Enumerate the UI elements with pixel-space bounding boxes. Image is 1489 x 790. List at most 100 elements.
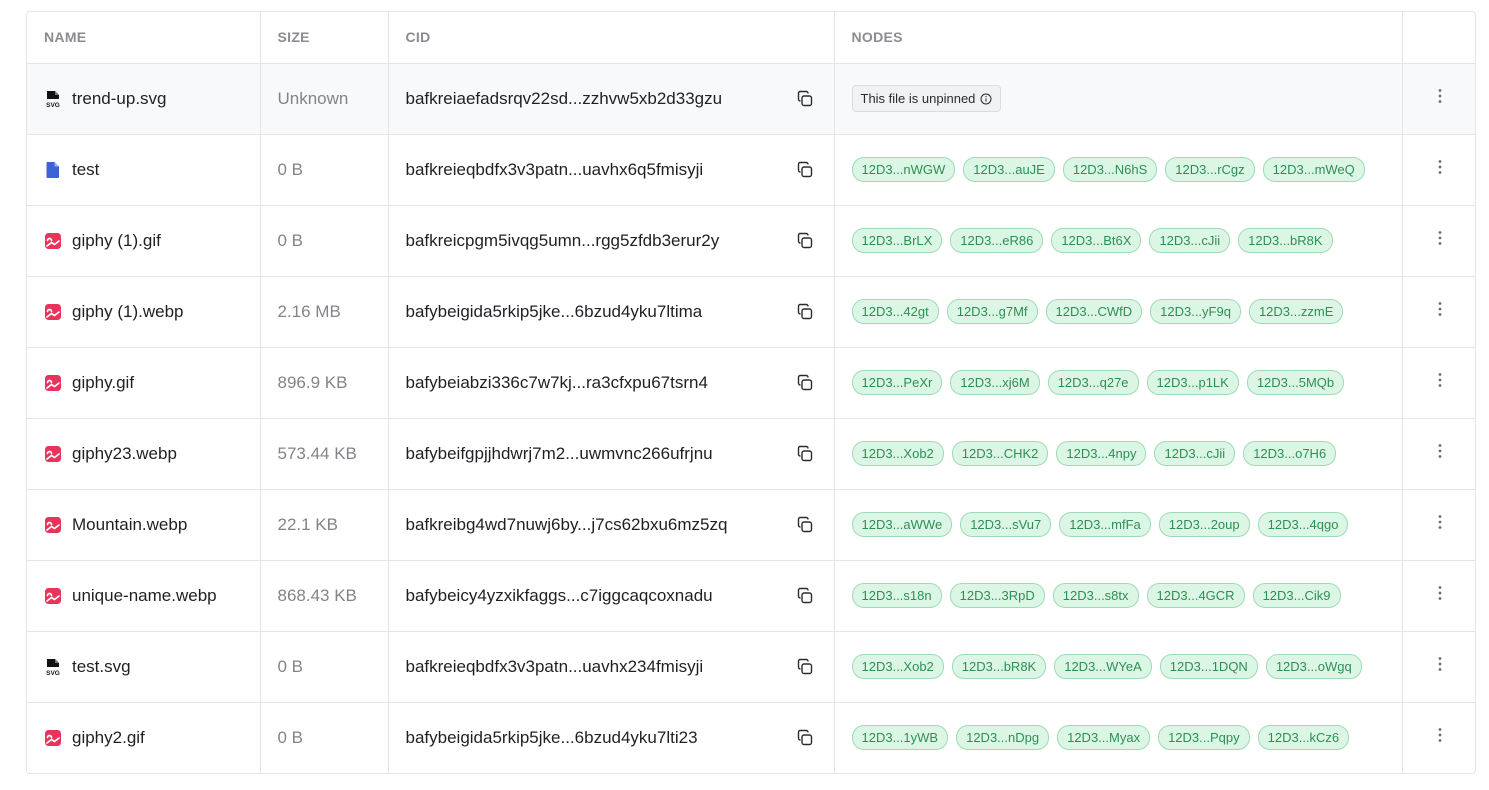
copy-icon[interactable] [796,516,814,534]
copy-icon[interactable] [796,90,814,108]
more-options-icon[interactable] [1431,726,1449,744]
file-name[interactable]: giphy (1).webp [72,302,184,322]
node-pill[interactable]: 12D3...xj6M [950,370,1040,395]
node-pill[interactable]: 12D3...nDpg [956,725,1050,751]
node-pill[interactable]: 12D3...oWgq [1265,654,1362,679]
copy-icon[interactable] [796,445,814,463]
node-pill[interactable]: 12D3...rCgz [1165,157,1255,182]
node-pill[interactable]: 12D3...auJE [963,157,1055,182]
node-pill[interactable]: 12D3...kCz6 [1257,725,1350,751]
table-row[interactable]: Mountain.webp 22.1 KB bafkreibg4wd7nuwj6… [27,489,1475,560]
file-name[interactable]: giphy23.webp [72,444,177,464]
copy-icon[interactable] [796,587,814,605]
nodes-cell: 12D3...s18n 12D3...3RpD 12D3...s8tx 12D3...… [834,560,1403,631]
node-pill[interactable]: 12D3...cJii [1154,441,1236,466]
copy-icon[interactable] [796,232,814,250]
node-pill[interactable]: 12D3...yF9q [1150,299,1241,324]
copy-icon[interactable] [796,658,814,676]
node-pill[interactable]: 12D3...o7H6 [1243,441,1337,466]
copy-icon[interactable] [796,729,814,747]
file-name[interactable]: test [72,160,99,180]
table-row[interactable]: test 0 B bafkreieqbdfx3v3patn...uavhx6q5… [27,134,1475,205]
node-pill[interactable]: 12D3...Xob2 [851,441,944,466]
node-pill[interactable]: 12D3...PeXr [851,370,943,395]
more-options-icon[interactable] [1431,158,1449,176]
table-row[interactable]: unique-name.webp 868.43 KB bafybeicy4yzx… [27,560,1475,631]
node-pill[interactable]: 12D3...cJii [1149,228,1231,253]
node-pill[interactable]: 12D3...Bt6X [1051,228,1142,253]
info-icon[interactable] [980,93,992,105]
node-pill[interactable]: 12D3...4qgo [1257,512,1349,537]
node-pill[interactable]: 12D3...sVu7 [960,512,1052,537]
node-pill[interactable]: 12D3...mWeQ [1262,157,1365,182]
more-options-icon[interactable] [1431,584,1449,602]
node-pill[interactable]: 12D3...p1LK [1146,370,1239,395]
nodes-cell: 12D3...nWGW 12D3...auJE 12D3...N6hS 12D3...… [834,134,1403,205]
table-row[interactable]: giphy2.gif 0 B bafybeigida5rkip5jke...6b… [27,702,1475,773]
name-cell: giphy (1).webp [27,276,261,347]
node-pill[interactable]: 12D3...bR8K [951,654,1047,679]
table-row[interactable]: giphy23.webp 573.44 KB bafybeifgpjjhdwrj… [27,418,1475,489]
node-pill[interactable]: 12D3...bR8K [1238,228,1333,253]
file-name[interactable]: unique-name.webp [72,586,217,606]
node-pill[interactable]: 12D3...aWWe [851,512,953,537]
column-header-cid[interactable]: CID [388,12,835,64]
node-pill[interactable]: 12D3...zzmE [1248,299,1344,324]
node-pill[interactable]: 12D3...q27e [1047,370,1139,395]
node-pill[interactable]: 12D3...eR86 [950,228,1044,253]
copy-icon[interactable] [796,374,814,392]
column-header-size[interactable]: SIZE [260,12,389,64]
actions-cell [1402,702,1475,773]
node-pill[interactable]: 12D3...Xob2 [851,654,944,679]
node-pill[interactable]: 12D3...2oup [1158,512,1250,537]
copy-icon[interactable] [796,161,814,179]
column-header-nodes[interactable]: NODES [834,12,1403,64]
node-pill[interactable]: 12D3...nWGW [851,157,956,182]
more-options-icon[interactable] [1431,513,1449,531]
copy-icon[interactable] [796,303,814,321]
node-pill[interactable]: 12D3...Cik9 [1252,583,1341,608]
actions-cell [1402,631,1475,702]
more-options-icon[interactable] [1431,300,1449,318]
file-name[interactable]: Mountain.webp [72,515,187,535]
file-cid: bafybeiabzi336c7w7kj...ra3cfxpu67tsrn4 [405,372,708,392]
file-name[interactable]: test.svg [72,657,131,677]
node-pill[interactable]: 12D3...CWfD [1045,299,1143,324]
name-cell: SVG trend-up.svg [27,63,261,134]
column-header-name[interactable]: NAME [27,12,261,64]
node-pill[interactable]: 12D3...5MQb [1246,370,1345,395]
node-pill[interactable]: 12D3...g7Mf [946,299,1038,324]
node-pill[interactable]: 12D3...42gt [851,299,939,324]
table-row[interactable]: giphy (1).gif 0 B bafkreicpgm5ivqg5umn..… [27,205,1475,276]
unpinned-badge[interactable]: This file is unpinned [851,85,1002,112]
node-pill[interactable]: 12D3...CHK2 [951,441,1049,466]
node-pill[interactable]: 12D3...Myax [1057,725,1151,751]
node-pill[interactable]: 12D3...s8tx [1052,583,1139,608]
more-options-icon[interactable] [1431,229,1449,247]
node-pill[interactable]: 12D3...3RpD [949,583,1045,608]
node-pill[interactable]: 12D3...WYeA [1054,654,1152,679]
node-pill[interactable]: 12D3...BrLX [851,228,943,253]
node-pill[interactable]: 12D3...s18n [851,583,942,608]
table-row[interactable]: giphy.gif 896.9 KB bafybeiabzi336c7w7kj.… [27,347,1475,418]
node-pill[interactable]: 12D3...mfFa [1059,512,1151,537]
table-row[interactable]: SVG test.svg 0 B bafkreieqbdfx3v3patn...… [27,631,1475,702]
table-row[interactable]: giphy (1).webp 2.16 MB bafybeigida5rkip5… [27,276,1475,347]
file-name[interactable]: giphy.gif [72,373,134,393]
node-pill[interactable]: 12D3...1DQN [1159,654,1258,679]
file-name[interactable]: trend-up.svg [72,89,167,109]
more-options-icon[interactable] [1431,371,1449,389]
node-pill[interactable]: 12D3...4npy [1056,441,1147,466]
size-cell: 896.9 KB [260,347,389,418]
more-options-icon[interactable] [1431,655,1449,673]
node-pill[interactable]: 12D3...N6hS [1062,157,1158,182]
column-header-actions [1402,12,1475,64]
table-row[interactable]: SVG trend-up.svg Unknown bafkreiaefadsrq… [27,63,1475,134]
node-pill[interactable]: 12D3...4GCR [1146,583,1245,608]
more-options-icon[interactable] [1431,87,1449,105]
file-name[interactable]: giphy (1).gif [72,231,161,251]
node-pill[interactable]: 12D3...Pqpy [1158,725,1250,751]
file-name[interactable]: giphy2.gif [72,728,145,748]
more-options-icon[interactable] [1431,442,1449,460]
node-pill[interactable]: 12D3...1yWB [851,725,949,751]
